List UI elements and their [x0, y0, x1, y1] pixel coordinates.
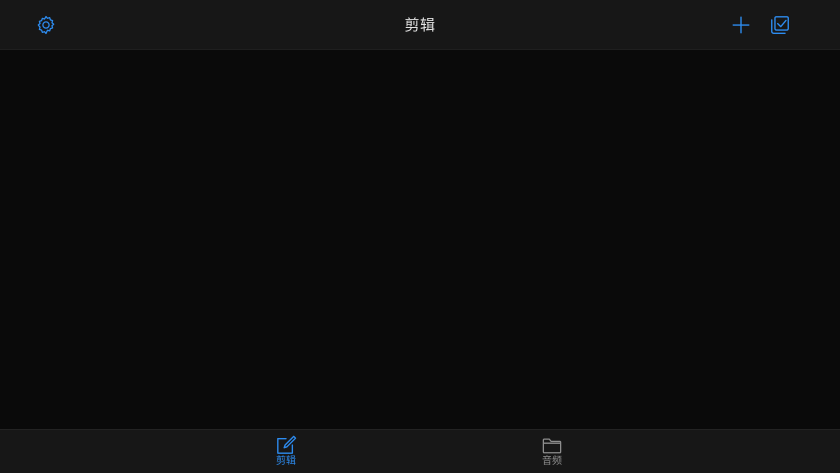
add-button[interactable] [728, 12, 754, 38]
folder-icon [541, 435, 563, 455]
tab-audio[interactable]: 音频 [512, 430, 592, 473]
edit-icon [275, 435, 297, 455]
tab-edit-label: 剪辑 [276, 456, 296, 467]
tab-edit[interactable]: 剪辑 [246, 430, 326, 473]
tab-audio-label: 音频 [542, 456, 562, 467]
page-title: 剪辑 [404, 16, 436, 34]
plus-icon [730, 14, 752, 36]
select-checkbox-icon [769, 14, 791, 36]
select-button[interactable] [767, 12, 793, 38]
bottom-tab-bar: 剪辑 音频 [0, 429, 840, 473]
app-window: 剪辑 剪辑 音频 [0, 0, 840, 473]
main-content-area [0, 50, 840, 429]
top-navigation-bar: 剪辑 [0, 0, 840, 50]
